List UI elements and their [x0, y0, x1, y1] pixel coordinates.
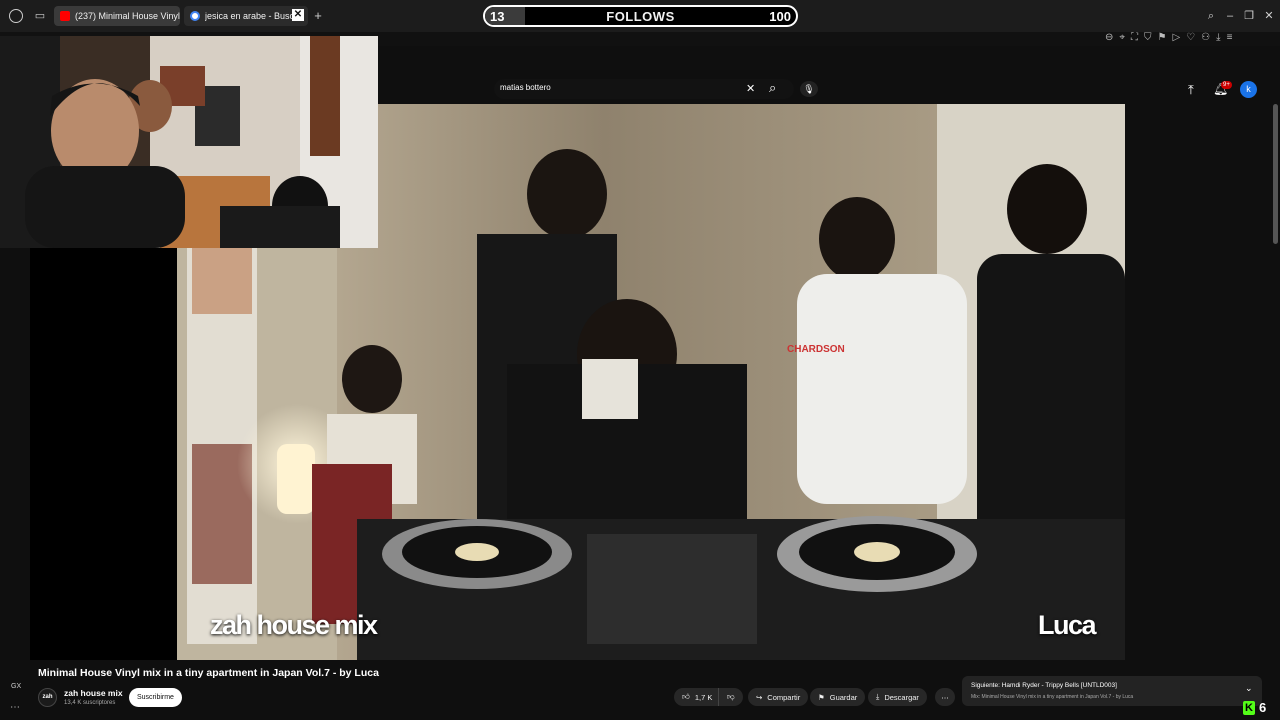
more-options-icon[interactable]: ⋯ [10, 702, 20, 713]
thumbs-up-icon: 👍︎ [682, 692, 690, 701]
up-next-title: Siguiente: Hamdi Ryder - Trippy Bells [U… [971, 682, 1117, 689]
play-icon[interactable]: ▷ [1173, 32, 1181, 43]
close-window-icon[interactable]: ✕ [1262, 9, 1276, 23]
account-avatar[interactable]: k [1240, 81, 1257, 98]
more-actions-button[interactable]: ⋯ [935, 688, 955, 706]
kick-counter: K 6 [1243, 700, 1266, 715]
tab-google[interactable]: jesica en arabe - Busca [184, 6, 308, 26]
search-input[interactable]: matias bottero [500, 83, 551, 92]
kick-viewer-count: 6 [1259, 700, 1267, 715]
pin-icon[interactable]: ⌖ [1119, 32, 1125, 43]
download-button[interactable]: ⤓ Descargar [868, 688, 927, 706]
follows-goal: 100 [769, 9, 791, 24]
bookmarks-icon[interactable]: ⚑ [1158, 32, 1167, 43]
camera-icon[interactable]: ⚇ [1201, 32, 1210, 43]
channel-name[interactable]: zah house mix [64, 688, 123, 698]
shield-icon[interactable]: ⛉ [1144, 32, 1152, 43]
minimize-icon[interactable]: – [1223, 9, 1237, 23]
kick-logo-icon: K [1243, 700, 1255, 715]
download-arrow-icon: ⤓ [876, 692, 880, 701]
page-scrollbar[interactable] [1271, 74, 1280, 720]
channel-avatar[interactable]: zah [38, 688, 57, 707]
save-button[interactable]: ⚑ Guardar [810, 688, 866, 706]
webcam-overlay [0, 36, 378, 248]
shirt-text: CHARDSON [787, 344, 845, 355]
more-horizontal-icon: ⋯ [941, 692, 949, 702]
chevron-down-icon[interactable]: ⌄ [1245, 683, 1253, 694]
zoom-icon[interactable]: ⊖ [1105, 32, 1113, 43]
menu-icon[interactable]: ≡ [1227, 32, 1233, 43]
search-tabs-icon[interactable]: ⌕ [1204, 9, 1218, 23]
follows-label: FOLLOWS [606, 9, 675, 24]
webcam-feed [0, 36, 378, 248]
restore-icon[interactable]: ❐ [1242, 9, 1256, 23]
like-count: 1,7 K [694, 692, 713, 702]
heart-icon[interactable]: ♡ [1186, 32, 1195, 43]
opera-gx-icon[interactable] [9, 9, 23, 23]
overlay-artist-text: Luca [1038, 610, 1097, 640]
upload-icon[interactable]: ⤒ [1188, 82, 1194, 98]
search-box[interactable]: matias bottero ✕ ⌕ [494, 79, 794, 99]
screenshot-icon[interactable]: ⛶ [1131, 32, 1138, 43]
bookmark-icon: ⚑ [818, 692, 825, 702]
extensions-row: ⊖ ⌖ ⛶ ⛉ ⚑ ▷ ♡ ⚇ ⤓ ≡ [1105, 32, 1232, 43]
share-icon: ↪ [756, 692, 763, 702]
voice-search-icon[interactable]: 🎙︎ [800, 81, 818, 97]
save-label: Guardar [829, 692, 858, 702]
notifications-badge: 9+ [1221, 81, 1232, 89]
share-button[interactable]: ↪ Compartir [748, 688, 809, 706]
tab-label: jesica en arabe - Busca [205, 11, 295, 21]
thumbs-down-icon: 👎︎ [727, 692, 735, 701]
video-title: Minimal House Vinyl mix in a tiny apartm… [38, 667, 379, 679]
tab-manager-icon[interactable]: ▭ [33, 9, 47, 23]
tab-label: (237) Minimal House Vinyl [75, 11, 180, 21]
gx-corner-label[interactable]: GX [11, 683, 21, 690]
new-tab-icon[interactable]: + [311, 9, 325, 23]
subscribe-button[interactable]: Suscribirme [129, 688, 182, 707]
dislike-button[interactable]: 👎︎ [718, 688, 743, 706]
follows-goal-bar: 13 FOLLOWS 100 [483, 5, 798, 27]
like-button[interactable]: 👍︎ 1,7 K [674, 688, 719, 706]
overlay-channel-text: zah house mix [210, 610, 378, 640]
up-next-subtitle: Mix: Minimal House Vinyl mix in a tiny a… [971, 694, 1134, 700]
clear-search-icon[interactable]: ✕ [746, 82, 755, 95]
close-tab-icon[interactable]: ✕ [292, 9, 304, 21]
search-icon[interactable]: ⌕ [769, 80, 776, 96]
up-next-panel[interactable]: Siguiente: Hamdi Ryder - Trippy Bells [U… [962, 676, 1262, 706]
download-label: Descargar [884, 692, 919, 702]
tab-youtube[interactable]: (237) Minimal House Vinyl [54, 6, 180, 26]
subscriber-count: 13,4 K suscriptores [64, 700, 116, 706]
scrollbar-thumb[interactable] [1273, 104, 1278, 244]
youtube-favicon-icon [60, 11, 70, 21]
share-label: Compartir [767, 692, 801, 702]
download-icon[interactable]: ⤓ [1216, 32, 1220, 43]
google-favicon-icon [190, 11, 200, 21]
